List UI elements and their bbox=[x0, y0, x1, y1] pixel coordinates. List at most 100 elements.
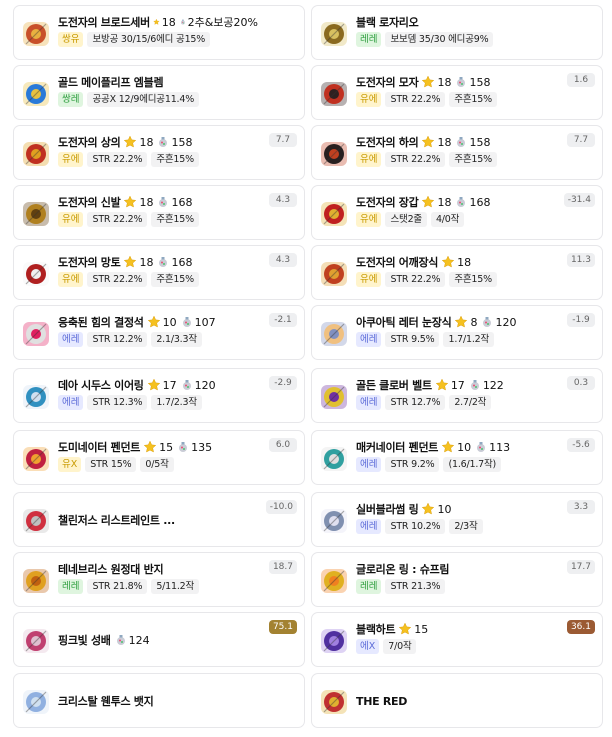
score-badge: 6.0 bbox=[269, 438, 297, 452]
item-card[interactable]: 도전자의 어깨장식 18 유에 STR 22.2% 주흔15% 11.3 bbox=[311, 245, 603, 300]
potion-value: 124 bbox=[128, 633, 150, 647]
item-icon bbox=[23, 322, 49, 346]
item-options-row: 에레 STR 12.7% 2.7/2작 bbox=[356, 395, 492, 410]
item-title-row: 도미네이터 펜던트 15 135 bbox=[58, 438, 258, 456]
item-title-row: 블랙 로자리오 bbox=[356, 13, 556, 31]
potion-value: 113 bbox=[489, 440, 511, 454]
item-icon bbox=[321, 509, 347, 533]
item-title-row: 도전자의 상의 18 158 bbox=[58, 133, 258, 151]
item-icon bbox=[321, 629, 347, 653]
item-card[interactable]: 응축된 힘의 결정석 10 107 에레 STR 12.2% 2.1/3.3작 -2.1 bbox=[13, 305, 305, 360]
item-icon bbox=[321, 690, 347, 714]
item-icon bbox=[321, 447, 347, 471]
potential-grade-badge: 에레 bbox=[58, 332, 84, 347]
score-badge: -10.0 bbox=[265, 500, 297, 514]
item-name: 글로리온 링 : 슈프림 bbox=[356, 563, 450, 576]
starforce-count: 15 bbox=[414, 622, 429, 636]
item-card[interactable]: 블랙 로자리오 레레 보보뎀 35/30 에디공9% bbox=[311, 5, 603, 60]
item-card[interactable]: 블랙하트 15 에X 7/0작 36.1 bbox=[311, 612, 603, 667]
item-card[interactable]: 도전자의 상의 18 158 유에 STR 22.2% 주흔15% 7.7 bbox=[13, 125, 305, 180]
item-card[interactable]: 도전자의 장갑 18 168 유에 스탯2줄 4/0작 -31.4 bbox=[311, 185, 603, 240]
score-badge: 7.7 bbox=[269, 133, 297, 147]
option-tag: 주흔15% bbox=[151, 212, 199, 227]
item-title-row: 도전자의 모자 18 158 bbox=[356, 73, 556, 91]
item-options-row: 에레 STR 9.2% (1.6/1.7작) bbox=[356, 457, 502, 472]
option-tag: STR 12.7% bbox=[385, 395, 446, 410]
option-tag: STR 10.2% bbox=[385, 519, 446, 534]
item-icon bbox=[23, 569, 49, 593]
item-card[interactable]: 도미네이터 펜던트 15 135 유X STR 15% 0/5작 6.0 bbox=[13, 430, 305, 485]
item-card[interactable]: 매커네이터 펜던트 10 113 에레 STR 9.2% (1.6/1.7작) -5.6 bbox=[311, 430, 603, 485]
item-title-row: 아쿠아틱 레터 눈장식 8 120 bbox=[356, 313, 556, 331]
score-badge: -2.9 bbox=[269, 376, 297, 390]
item-card[interactable]: 챌린저스 리스트레인트 ... -10.0 bbox=[13, 492, 305, 547]
item-card[interactable]: 아쿠아틱 레터 눈장식 8 120 에레 STR 9.5% 1.7/1.2작 -1.9 bbox=[311, 305, 603, 360]
item-name: 도전자의 신발 bbox=[58, 196, 121, 209]
option-tag: STR 22.2% bbox=[87, 272, 148, 287]
item-title-row: 매커네이터 펜던트 10 113 bbox=[356, 438, 556, 456]
starforce-count: 8 bbox=[470, 315, 478, 329]
star-icon bbox=[153, 18, 160, 25]
star-icon bbox=[422, 75, 435, 88]
item-card[interactable]: THE RED bbox=[311, 673, 603, 728]
potion-value: 168 bbox=[469, 195, 491, 209]
item-name: 블랙하트 bbox=[356, 623, 396, 636]
potion-icon bbox=[457, 77, 466, 87]
item-card[interactable]: 도전자의 모자 18 158 유에 STR 22.2% 주흔15% 1.6 bbox=[311, 65, 603, 120]
starforce-count: 18 bbox=[139, 135, 154, 149]
item-name: 데아 시두스 이어링 bbox=[58, 379, 144, 392]
item-card[interactable]: 골든 클로버 벨트 17 122 에레 STR 12.7% 2.7/2작 0.3 bbox=[311, 368, 603, 423]
option-tag: STR 22.2% bbox=[385, 152, 446, 167]
item-name: 골든 클로버 벨트 bbox=[356, 379, 432, 392]
item-name: 테네브리스 원정대 반지 bbox=[58, 563, 164, 576]
item-icon bbox=[23, 385, 49, 409]
item-card[interactable]: 글로리온 링 : 슈프림 레레 STR 21.3% 17.7 bbox=[311, 552, 603, 607]
item-card[interactable]: 핑크빛 성배 124 75.1 bbox=[13, 612, 305, 667]
item-card[interactable]: 도전자의 신발 18 168 유에 STR 22.2% 주흔15% 4.3 bbox=[13, 185, 305, 240]
potential-grade-badge: 레레 bbox=[356, 32, 382, 47]
potential-grade-badge: 쌍레 bbox=[58, 92, 84, 107]
option-tag: STR 15% bbox=[85, 457, 137, 472]
starforce-count: 18 bbox=[139, 255, 154, 269]
star-icon bbox=[147, 378, 160, 391]
potential-grade-badge: 유에 bbox=[356, 92, 382, 107]
item-name: 도전자의 브로드세버 bbox=[58, 16, 150, 29]
item-card[interactable]: 도전자의 망토 18 168 유에 STR 22.2% 주흔15% 4.3 bbox=[13, 245, 305, 300]
item-options-row: 에레 STR 12.3% 1.7/2.3작 bbox=[58, 395, 202, 410]
item-card[interactable]: 실버블라썸 링 10 에레 STR 10.2% 2/3작 3.3 bbox=[311, 492, 603, 547]
option-tag: 2.1/3.3작 bbox=[151, 332, 202, 347]
potion-icon bbox=[159, 197, 168, 207]
option-tag: 주흔15% bbox=[449, 92, 497, 107]
potion-icon bbox=[457, 197, 466, 207]
option-tag: 주흔15% bbox=[151, 152, 199, 167]
star-icon bbox=[124, 195, 137, 208]
item-options-row: 에레 STR 12.2% 2.1/3.3작 bbox=[58, 332, 202, 347]
star-icon bbox=[441, 255, 455, 268]
option-tag: 1.7/2.3작 bbox=[151, 395, 202, 410]
score-badge: 4.3 bbox=[269, 253, 297, 267]
item-card[interactable]: 테네브리스 원정대 반지 레레 STR 21.8% 5/11.2작 18.7 bbox=[13, 552, 305, 607]
item-options-row: 유에 STR 22.2% 주흔15% bbox=[356, 92, 497, 107]
item-title-row: 실버블라썸 링 10 bbox=[356, 500, 556, 518]
item-icon bbox=[321, 202, 347, 226]
item-card[interactable]: 골드 메이플리프 엠블렘 쌍레 공공X 12/9에디공11.4% bbox=[13, 65, 305, 120]
potential-grade-badge: 유X bbox=[58, 457, 82, 472]
potential-grade-badge: 에레 bbox=[356, 519, 382, 534]
item-icon bbox=[23, 202, 49, 226]
item-icon bbox=[23, 262, 49, 286]
option-tag: STR 21.8% bbox=[87, 579, 148, 594]
item-card[interactable]: 도전자의 브로드세버 18 2추&보공20% 쌍유 보방공 30/15/6에디 공15% bbox=[13, 5, 305, 60]
item-title-row: THE RED bbox=[356, 692, 556, 710]
score-badge: 11.3 bbox=[566, 253, 595, 267]
item-card[interactable]: 데아 시두스 이어링 17 120 에레 STR 12.3% 1.7/2.3작 -2.9 bbox=[13, 368, 305, 423]
potion-icon bbox=[483, 317, 492, 327]
item-card[interactable]: 도전자의 하의 18 158 유에 STR 22.2% 주흔15% 7.7 bbox=[311, 125, 603, 180]
item-card[interactable]: 크리스탈 웬투스 뱃지 bbox=[13, 673, 305, 728]
item-title-row: 크리스탈 웬투스 뱃지 bbox=[58, 692, 258, 710]
potential-grade-badge: 유에 bbox=[356, 152, 382, 167]
item-icon bbox=[321, 569, 347, 593]
potion-icon bbox=[182, 380, 191, 390]
item-title-row: 골든 클로버 벨트 17 122 bbox=[356, 376, 556, 394]
item-name: 도전자의 상의 bbox=[58, 136, 121, 149]
option-tag: 1.7/1.2작 bbox=[443, 332, 495, 347]
